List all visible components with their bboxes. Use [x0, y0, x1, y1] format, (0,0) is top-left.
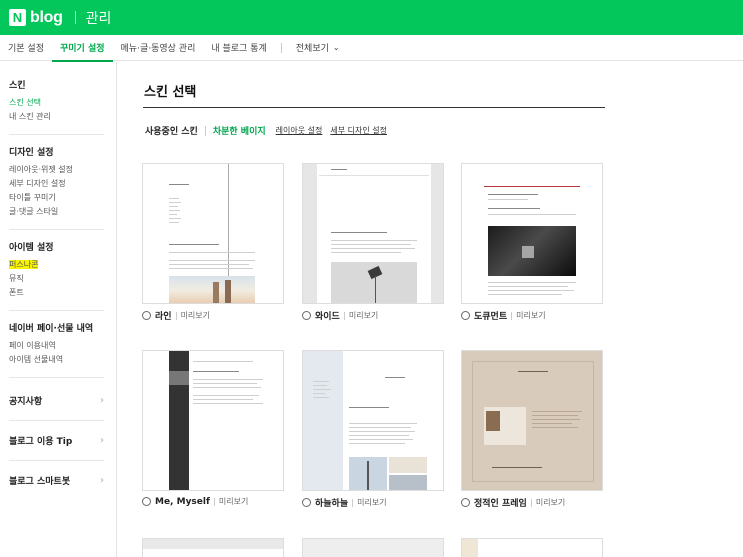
skin-card-static-frame[interactable]: 정적인 프레임 미리보기 [461, 350, 603, 509]
caption-divider [530, 498, 532, 507]
skin-card-line[interactable]: 라인 미리보기 [142, 163, 284, 322]
skin-name: 와이드 [315, 312, 340, 322]
page-section-title[interactable]: 관리 [86, 8, 112, 28]
sidebar-item-font[interactable]: 폰트 [9, 286, 104, 300]
sidebar-item-pay-history[interactable]: 페이 이용내역 [9, 339, 104, 353]
radio-button[interactable] [302, 498, 311, 507]
nav-blog-stats[interactable]: 내 블로그 통계 [203, 35, 274, 61]
sidebar-item-post-comment-style[interactable]: 글·댓글 스타일 [9, 205, 104, 219]
sidebar-item-personacon[interactable]: 퍼스나콘 [9, 258, 104, 272]
skin-thumbnail-haneul[interactable] [302, 350, 444, 491]
skin-caption: 도큐먼트 미리보기 [461, 309, 603, 322]
sidebar-item-label: 퍼스나콘 [9, 260, 39, 269]
radio-button[interactable] [461, 311, 470, 320]
main-content: 스킨 선택 사용중인 스킨 차분한 베이지 레이아웃 설정 세부 디자인 설정 [118, 62, 743, 557]
page-title: 스킨 선택 [144, 85, 197, 100]
sidebar-group-title: 아이템 설정 [9, 243, 54, 253]
sidebar-item-skin-select[interactable]: 스킨 선택 [9, 96, 104, 110]
skin-card-haneul[interactable]: 하늘하늘 미리보기 [302, 350, 444, 509]
skin-thumbnail-partial[interactable] [461, 538, 603, 557]
nav-menu-post-video[interactable]: 메뉴·글·동영상 관리 [113, 35, 204, 61]
sidebar-link-notice[interactable]: 공지사항 › [9, 384, 104, 421]
skin-caption: Me, Myself 미리보기 [142, 496, 284, 507]
skin-name: 하늘하늘 [315, 499, 349, 509]
caption-divider [175, 311, 177, 320]
skin-thumbnail-static-frame[interactable] [461, 350, 603, 491]
preview-link[interactable]: 미리보기 [357, 497, 386, 508]
chevron-down-icon: ⌄ [332, 43, 340, 52]
skin-thumbnail-line[interactable] [142, 163, 284, 304]
skin-thumbnail-partial[interactable] [302, 538, 444, 557]
nav-view-all[interactable]: 전체보기 ⌄ [288, 35, 348, 61]
nav-divider [280, 42, 282, 53]
preview-link[interactable]: 미리보기 [516, 310, 545, 321]
radio-button[interactable] [142, 311, 151, 320]
sidebar-link-tip[interactable]: 블로그 이용 Tip › [9, 431, 104, 461]
nav-decorate-settings[interactable]: 꾸미기 설정 [51, 35, 113, 62]
skin-caption: 정적인 프레임 미리보기 [461, 496, 603, 509]
chevron-right-icon: › [100, 475, 104, 486]
skin-card-me-myself[interactable]: Me, Myself 미리보기 [142, 350, 284, 507]
preview-link[interactable]: 미리보기 [181, 310, 210, 321]
sidebar-group-items: 아이템 설정 퍼스나콘 뮤직 폰트 [9, 240, 104, 311]
skin-name: 도큐먼트 [474, 312, 508, 322]
caption-divider [352, 498, 354, 507]
chevron-right-icon: › [100, 395, 104, 406]
sidebar-link-smartbot[interactable]: 블로그 스마트봇 › [9, 471, 104, 500]
sidebar-item-detail-design[interactable]: 세부 디자인 설정 [9, 177, 104, 191]
radio-button[interactable] [302, 311, 311, 320]
sidebar-group-title: 네이버 페이·선물 내역 [9, 324, 94, 334]
skin-name: Me, Myself [155, 496, 210, 507]
title-underline [143, 107, 605, 108]
sidebar: 스킨 스킨 선택 내 스킨 관리 디자인 설정 레이아웃·위젯 설정 세부 디자… [0, 62, 117, 557]
main-nav: 기본 설정 꾸미기 설정 메뉴·글·동영상 관리 내 블로그 통계 전체보기 ⌄ [0, 35, 743, 62]
nav-basic-settings[interactable]: 기본 설정 [0, 35, 52, 61]
preview-link[interactable]: 미리보기 [536, 497, 565, 508]
layout-settings-link[interactable]: 레이아웃 설정 [276, 125, 323, 136]
skin-name: 라인 [155, 312, 172, 322]
view-all-label: 전체보기 [295, 44, 329, 54]
detail-design-link[interactable]: 세부 디자인 설정 [330, 125, 387, 136]
sidebar-link-label: 블로그 스마트봇 [9, 477, 71, 487]
skin-card-wide[interactable]: 와이드 미리보기 [302, 163, 444, 322]
top-bar: N blog 관리 [0, 0, 743, 35]
sidebar-item-layout-widget[interactable]: 레이아웃·위젯 설정 [9, 163, 104, 177]
sidebar-link-label: 블로그 이용 Tip [9, 437, 73, 447]
sidebar-item-gift-history[interactable]: 아이템 선물내역 [9, 353, 104, 367]
sidebar-group-design: 디자인 설정 레이아웃·위젯 설정 세부 디자인 설정 타이틀 꾸미기 글·댓글… [9, 145, 104, 230]
sidebar-group-skin: 스킨 스킨 선택 내 스킨 관리 [9, 78, 104, 135]
sidebar-group-title: 스킨 [9, 81, 26, 91]
radio-button[interactable] [461, 498, 470, 507]
naver-logo-icon[interactable]: N [9, 9, 26, 26]
sidebar-item-my-skin[interactable]: 내 스킨 관리 [9, 110, 104, 124]
skin-thumbnail-document[interactable] [461, 163, 603, 304]
caption-divider [343, 311, 345, 320]
sidebar-item-music[interactable]: 뮤직 [9, 272, 104, 286]
sidebar-link-label: 공지사항 [9, 397, 43, 407]
skin-name: 정적인 프레임 [474, 499, 527, 509]
current-skin-status: 사용중인 스킨 차분한 베이지 레이아웃 설정 세부 디자인 설정 [145, 124, 395, 137]
caption-divider [511, 311, 513, 320]
chevron-right-icon: › [100, 435, 104, 446]
current-skin-label: 사용중인 스킨 [145, 127, 198, 137]
preview-link[interactable]: 미리보기 [219, 496, 248, 507]
current-skin-name: 차분한 베이지 [212, 127, 266, 137]
skin-thumbnail-partial[interactable] [142, 538, 284, 557]
caption-divider [213, 497, 215, 506]
skin-caption: 와이드 미리보기 [302, 309, 444, 322]
preview-link[interactable]: 미리보기 [349, 310, 378, 321]
status-divider [204, 125, 206, 136]
skin-caption: 하늘하늘 미리보기 [302, 496, 444, 509]
radio-button[interactable] [142, 497, 151, 506]
header-divider [74, 11, 76, 24]
sidebar-group-title: 디자인 설정 [9, 148, 54, 158]
skin-thumbnail-wide[interactable] [302, 163, 444, 304]
sidebar-item-title-decor[interactable]: 타이틀 꾸미기 [9, 191, 104, 205]
blog-logo[interactable]: blog [30, 9, 63, 27]
skin-thumbnail-me-myself[interactable] [142, 350, 284, 491]
skin-caption: 라인 미리보기 [142, 309, 284, 322]
sidebar-group-pay: 네이버 페이·선물 내역 페이 이용내역 아이템 선물내역 [9, 321, 104, 378]
skin-card-document[interactable]: 도큐먼트 미리보기 [461, 163, 603, 322]
